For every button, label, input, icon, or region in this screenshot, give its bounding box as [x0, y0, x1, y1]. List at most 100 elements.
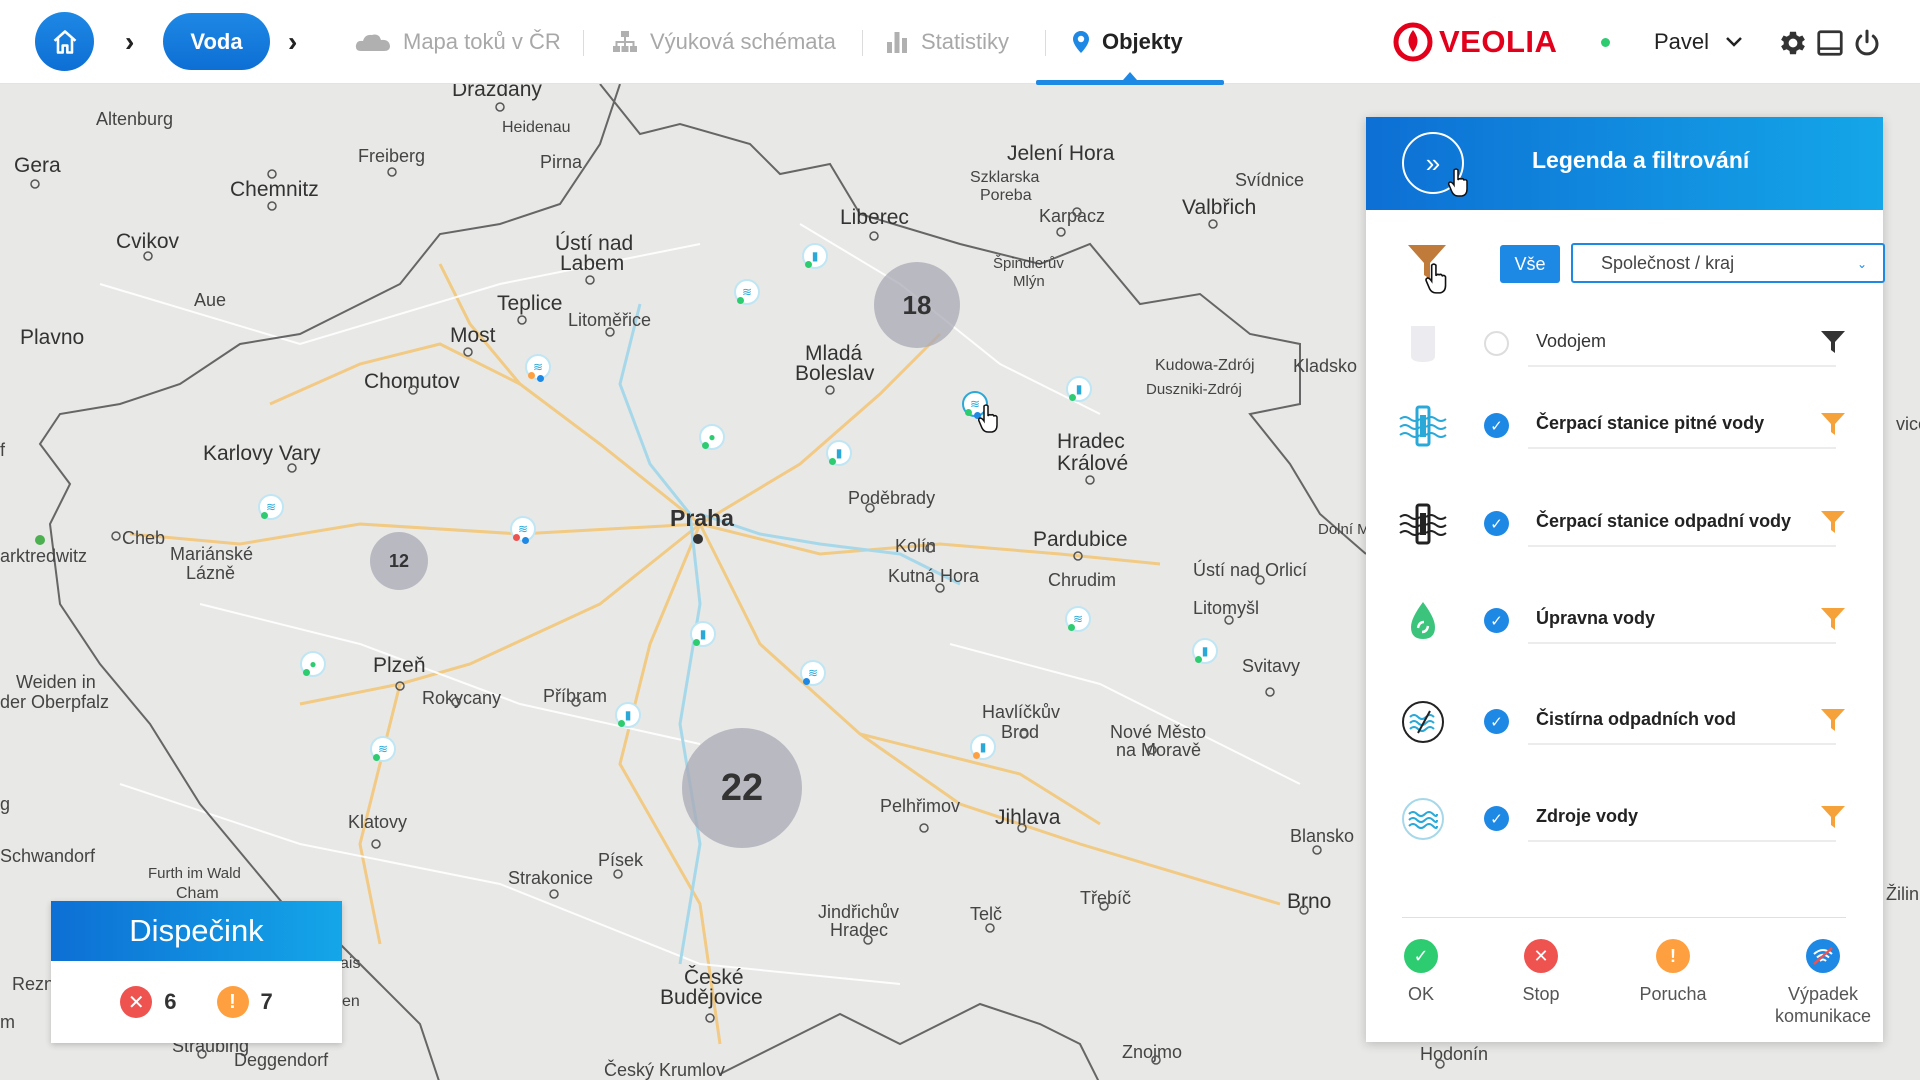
- check-icon: ✓: [1490, 417, 1503, 435]
- status-comm-loss: Výpadek komunikace: [1758, 937, 1888, 1027]
- map-marker-object[interactable]: ▮: [802, 243, 828, 269]
- nav-divider: [1045, 30, 1046, 56]
- funnel-icon[interactable]: [1820, 804, 1846, 830]
- legend-checkbox[interactable]: ✓: [1484, 413, 1509, 438]
- drop-icon: ●: [708, 430, 716, 444]
- cluster-count: 12: [388, 550, 410, 571]
- map-marker-object[interactable]: ≋: [510, 516, 536, 544]
- legend-label: Čistírna odpadních vod: [1528, 709, 1836, 745]
- check-icon: ✓: [1490, 612, 1503, 630]
- waste-water-pump-icon: [1398, 499, 1448, 549]
- online-status-dot: [1601, 38, 1610, 47]
- active-tab-caret: [1123, 72, 1137, 80]
- chevron-right-icon: ›: [288, 26, 298, 57]
- map-cluster[interactable]: 12: [370, 532, 428, 590]
- fault-count: 7: [260, 989, 273, 1014]
- legend-item-zdroje[interactable]: ✓ Zdroje vody: [1366, 786, 1883, 846]
- home-button[interactable]: [35, 12, 94, 71]
- funnel-icon[interactable]: [1820, 509, 1846, 535]
- user-menu[interactable]: Pavel: [1654, 26, 1743, 58]
- select-all-button[interactable]: Vše: [1500, 245, 1560, 283]
- map-marker-object[interactable]: ▮: [1192, 638, 1218, 664]
- nav-label: Statistiky: [921, 29, 1010, 54]
- nav-label: Objekty: [1102, 29, 1183, 54]
- gear-icon[interactable]: [1778, 28, 1808, 58]
- legend-label: Vodojem: [1528, 331, 1836, 367]
- map-marker-object[interactable]: ▮: [1066, 376, 1092, 402]
- waves-icon: ≋: [1072, 612, 1084, 626]
- filter-row: Vše Společnost / kraj ⌄: [1406, 243, 1885, 294]
- dispatch-title: Dispečink: [51, 901, 342, 961]
- power-icon[interactable]: [1852, 28, 1882, 58]
- map-marker-object[interactable]: ≋: [734, 279, 760, 305]
- pump-icon: ▮: [1201, 644, 1209, 658]
- check-icon: ✓: [1490, 713, 1503, 731]
- legend-checkbox[interactable]: ✓: [1484, 608, 1509, 633]
- legend-checkbox[interactable]: ✓: [1484, 806, 1509, 831]
- cloud-icon: [355, 34, 390, 51]
- warning-icon: !: [1656, 939, 1690, 973]
- legend-label: Čerpací stanice pitné vody: [1528, 413, 1836, 449]
- map-marker-object[interactable]: ▮: [615, 702, 641, 728]
- check-icon: ✓: [1490, 515, 1503, 533]
- cluster-count: 22: [720, 766, 764, 809]
- nav-vyukova-schemata[interactable]: Výuková schémata: [612, 22, 836, 62]
- map-marker-object[interactable]: ▮: [690, 621, 716, 647]
- funnel-icon[interactable]: [1820, 707, 1846, 733]
- veolia-logo-text: VEOLIA: [1439, 24, 1558, 59]
- user-name: Pavel: [1654, 29, 1710, 54]
- check-icon: ✓: [1490, 810, 1503, 828]
- legend-item-cerpaci-odpadni[interactable]: ✓ Čerpací stanice odpadní vody: [1366, 491, 1883, 551]
- wifi-off-icon: [1806, 939, 1840, 973]
- legend-item-upravna[interactable]: ✓ Úpravna vody: [1366, 588, 1883, 648]
- breadcrumb-voda[interactable]: Voda: [163, 13, 270, 70]
- nav-label: Výuková schémata: [650, 29, 836, 54]
- home-icon: [53, 29, 76, 54]
- map-cluster[interactable]: 22: [682, 728, 802, 848]
- legend-checkbox[interactable]: ✓: [1484, 709, 1509, 734]
- stop-icon: ✕: [120, 986, 153, 1018]
- legend-item-cistirna[interactable]: ✓ Čistírna odpadních vod: [1366, 689, 1883, 749]
- check-circle-icon: ✓: [1404, 939, 1438, 973]
- legend-item-vodojem[interactable]: Vodojem: [1366, 311, 1883, 371]
- map-marker-object[interactable]: ▮: [826, 440, 852, 466]
- map-marker-object[interactable]: ▮: [970, 734, 996, 760]
- status-stop: ✕ Stop: [1486, 937, 1596, 1005]
- legend-checkbox[interactable]: [1484, 331, 1509, 356]
- status-label: Stop: [1522, 984, 1560, 1004]
- map-cluster[interactable]: 18: [874, 262, 960, 348]
- water-treatment-icon: [1398, 596, 1448, 646]
- map-marker-object[interactable]: ≋: [1065, 606, 1091, 632]
- chevron-down-icon: [1726, 37, 1742, 47]
- nav-objekty[interactable]: Objekty: [1072, 22, 1183, 62]
- legend-checkbox[interactable]: ✓: [1484, 511, 1509, 536]
- nav-mapa-toku[interactable]: Mapa toků v ČR: [355, 22, 561, 62]
- funnel-icon[interactable]: [1820, 606, 1846, 632]
- hand-cursor-icon: [1447, 168, 1468, 197]
- water-tank-icon: [1398, 319, 1448, 369]
- chevron-right-icon: ›: [125, 26, 135, 57]
- nav-statistiky[interactable]: Statistiky: [885, 22, 1009, 62]
- legend-header: » Legenda a filtrování: [1366, 117, 1883, 210]
- map-marker-object[interactable]: ≋: [800, 660, 826, 686]
- map-marker-object[interactable]: ●: [300, 651, 326, 677]
- dispatch-stop-count[interactable]: ✕ 6: [120, 986, 177, 1018]
- pump-icon: ▮: [811, 249, 819, 263]
- map-marker-object[interactable]: ≋: [525, 354, 551, 382]
- veolia-logo-mark: [1393, 22, 1433, 62]
- dispatch-fault-count[interactable]: ! 7: [216, 986, 273, 1018]
- funnel-icon[interactable]: [1820, 329, 1846, 355]
- veolia-logo: VEOLIA: [1393, 20, 1557, 64]
- pump-icon: ▮: [835, 446, 843, 460]
- pump-icon: ▮: [979, 740, 987, 754]
- dispatch-panel[interactable]: Dispečink ✕ 6 ! 7: [51, 901, 342, 1043]
- map-marker-object[interactable]: ≋: [258, 494, 284, 520]
- map-marker-object[interactable]: ≋: [370, 736, 396, 762]
- pump-icon: ▮: [699, 627, 707, 641]
- legend-item-cerpaci-pitne[interactable]: ✓ Čerpací stanice pitné vody: [1366, 393, 1883, 453]
- pump-icon: ▮: [1075, 382, 1083, 396]
- map-marker-object[interactable]: ●: [699, 424, 725, 450]
- tablet-icon[interactable]: [1815, 28, 1845, 58]
- company-region-select[interactable]: Společnost / kraj ⌄: [1571, 243, 1885, 283]
- funnel-icon[interactable]: [1820, 411, 1846, 437]
